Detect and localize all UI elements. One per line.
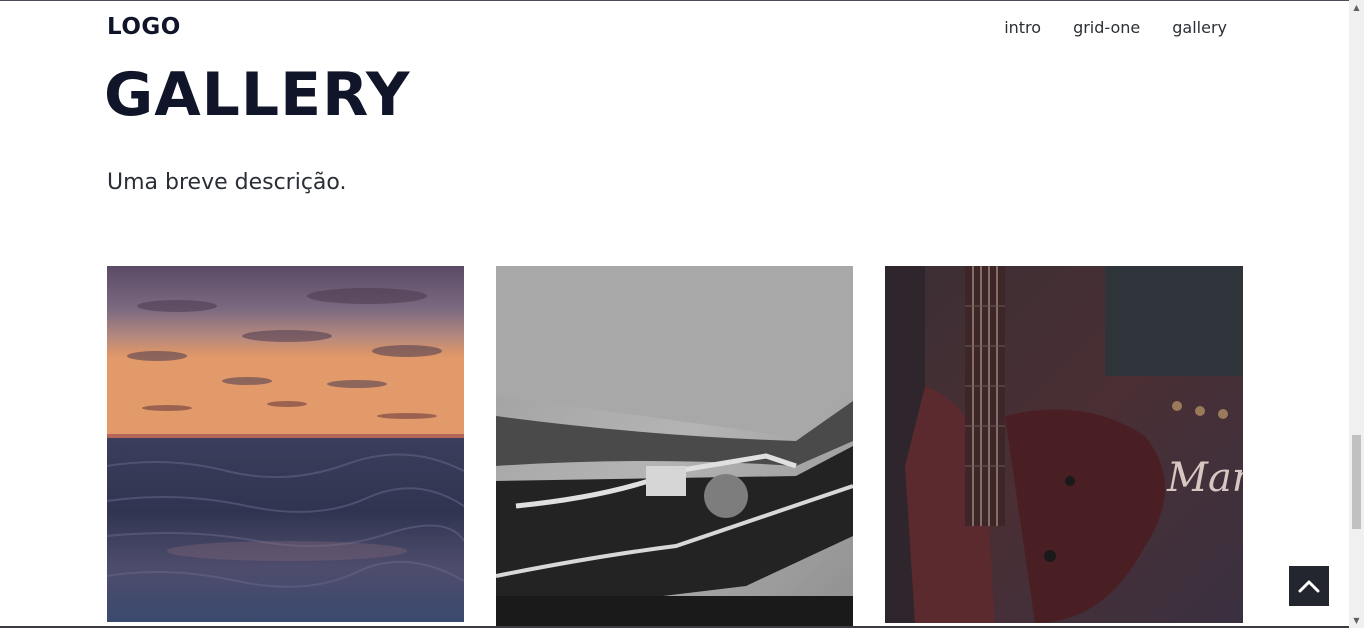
amp-brand-text: Mars <box>1166 455 1243 501</box>
nav-link-intro[interactable]: intro <box>1004 18 1041 37</box>
gallery-grid: Mars <box>107 266 1243 628</box>
nav-link-grid-one[interactable]: grid-one <box>1073 18 1140 37</box>
back-to-top-button[interactable] <box>1289 566 1329 606</box>
gallery-image-ocean-sunset[interactable] <box>107 266 464 622</box>
site-header: LOGO intro grid-one gallery <box>107 12 1227 46</box>
vertical-scrollbar[interactable]: ▲ ▼ <box>1349 0 1364 628</box>
logo[interactable]: LOGO <box>107 14 181 40</box>
top-border <box>0 0 1349 1</box>
gallery-image-car-headlight[interactable] <box>496 266 853 628</box>
scroll-down-arrow-icon[interactable]: ▼ <box>1349 613 1364 628</box>
nav-link-gallery[interactable]: gallery <box>1172 18 1227 37</box>
gallery-image-guitar-amp[interactable]: Mars <box>885 266 1243 623</box>
page-description: Uma breve descrição. <box>107 170 347 195</box>
chevron-up-icon <box>1298 580 1320 593</box>
page-title: GALLERY <box>104 60 411 130</box>
scrollbar-thumb[interactable] <box>1352 435 1361 529</box>
scroll-up-arrow-icon[interactable]: ▲ <box>1349 0 1364 15</box>
main-nav: intro grid-one gallery <box>1004 18 1227 37</box>
